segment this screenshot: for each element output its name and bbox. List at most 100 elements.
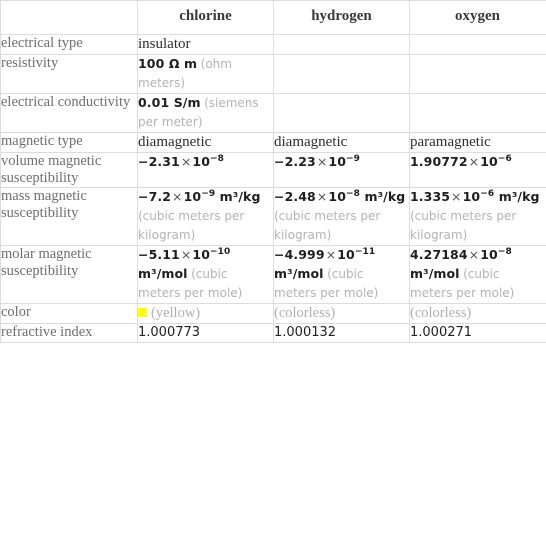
column-header-hydrogen: hydrogen: [273, 0, 410, 35]
quantity-cell: 100 Ω m (ohm meters): [137, 54, 274, 94]
quantity-cell: 4.27184×10−8 m³/mol (cubic meters per mo…: [409, 245, 546, 304]
row-label: refractive index: [0, 323, 138, 343]
color-cell: (yellow): [137, 303, 274, 324]
cell-value: (colorless): [410, 305, 472, 321]
row-label: resistivity: [0, 54, 138, 94]
value-cell: 1.000132: [273, 323, 410, 343]
value-cell: paramagnetic: [409, 132, 546, 153]
mantissa: −4.999: [274, 247, 325, 262]
cell-value: −2.48×10−8 m³/kg: [274, 189, 405, 204]
cell-value: 100 Ω m: [138, 56, 198, 71]
base-ten: 10: [328, 189, 347, 204]
color-name: (yellow): [151, 305, 201, 321]
exponent: −8: [210, 153, 225, 164]
cell-value: (colorless): [274, 305, 336, 321]
table-header-row: chlorine hydrogen oxygen: [0, 0, 546, 35]
exponent: −6: [480, 188, 495, 199]
unit-symbol: m³/mol: [410, 266, 460, 281]
unit-symbol: m³/mol: [138, 266, 188, 281]
base-ten: 10: [337, 247, 355, 262]
base-ten: 10: [480, 154, 498, 169]
multiplication-sign: ×: [172, 189, 183, 204]
exponent: −8: [497, 246, 512, 257]
cell-value: 1.000132: [274, 325, 337, 340]
cell-value: diamagnetic: [138, 134, 212, 150]
table-row: electrical conductivity 0.01 S/m (siemens…: [0, 93, 546, 133]
value-cell: (colorless): [409, 303, 546, 324]
empty-cell: [273, 93, 410, 133]
cell-value: 0.01 S/m: [138, 95, 201, 110]
multiplication-sign: ×: [451, 189, 462, 204]
mantissa: −2.23: [274, 154, 316, 169]
cell-value: 1.90772×10−6: [410, 154, 512, 169]
column-header-chlorine: chlorine: [137, 0, 274, 35]
quantity-cell: 1.90772×10−6: [409, 152, 546, 188]
cell-value: 1.000271: [410, 325, 473, 340]
quantity-cell: 0.01 S/m (siemens per meter): [137, 93, 274, 133]
cell-value: 1.335×10−6 m³/kg: [410, 189, 540, 204]
cell-value: 1.000773: [138, 325, 201, 340]
table-row: volume magnetic susceptibility −2.31×10−8…: [0, 152, 546, 188]
cell-value: diamagnetic: [274, 134, 348, 150]
table-row: color (yellow) (colorless) (colorless): [0, 303, 546, 324]
quantity-cell: −7.2×10−9 m³/kg (cubic meters per kilogr…: [137, 187, 274, 246]
base-ten: 10: [192, 154, 211, 169]
table-header: chlorine hydrogen oxygen: [0, 0, 546, 35]
table-row: electrical type insulator: [0, 34, 546, 55]
exponent: −9: [346, 153, 361, 164]
row-label: color: [0, 303, 138, 324]
row-label: mass magnetic susceptibility: [0, 187, 138, 246]
base-ten: 10: [192, 247, 211, 262]
column-header-oxygen: oxygen: [409, 0, 546, 35]
exponent: −6: [497, 153, 512, 164]
base-ten: 10: [183, 189, 202, 204]
quantity-cell: −5.11×10−10 m³/mol (cubic meters per mol…: [137, 245, 274, 304]
value-cell: diamagnetic: [273, 132, 410, 153]
table-body: electrical type insulator resistivity 100 Ω…: [0, 34, 546, 343]
row-label: electrical conductivity: [0, 93, 138, 133]
value-cell: 1.000271: [409, 323, 546, 343]
color-swatch-icon: [138, 308, 147, 318]
table-row: refractive index 1.000773 1.000132 1.000271: [0, 323, 546, 343]
base-ten: 10: [462, 189, 481, 204]
unit-symbol: m³/kg: [215, 189, 261, 204]
table-row: molar magnetic susceptibility −5.11×10−10…: [0, 245, 546, 304]
unit-note: (cubic meters per kilogram): [410, 209, 517, 242]
mantissa: −7.2: [138, 189, 172, 204]
quantity-cell: −2.23×10−9: [273, 152, 410, 188]
multiplication-sign: ×: [180, 154, 192, 169]
multiplication-sign: ×: [468, 154, 480, 169]
value-cell: (colorless): [273, 303, 410, 324]
base-ten: 10: [328, 154, 347, 169]
value-cell: insulator: [137, 34, 274, 55]
table-row: resistivity 100 Ω m (ohm meters): [0, 54, 546, 94]
empty-cell: [409, 93, 546, 133]
base-ten: 10: [480, 247, 498, 262]
multiplication-sign: ×: [316, 154, 328, 169]
unit-symbol: m³/kg: [360, 189, 406, 204]
empty-cell: [409, 34, 546, 55]
cell-value: −7.2×10−9 m³/kg: [138, 189, 261, 204]
empty-cell: [273, 34, 410, 55]
cell-value: paramagnetic: [410, 134, 491, 150]
corner-cell: [0, 0, 138, 35]
unit-note: (cubic meters per kilogram): [138, 209, 245, 242]
cell-value: insulator: [138, 36, 191, 52]
row-label: molar magnetic susceptibility: [0, 245, 138, 304]
multiplication-sign: ×: [325, 247, 337, 262]
mantissa: −2.31: [138, 154, 180, 169]
quantity-cell: −4.999×10−11 m³/mol (cubic meters per mo…: [273, 245, 410, 304]
multiplication-sign: ×: [316, 189, 328, 204]
mantissa: −5.11: [138, 247, 180, 262]
row-label: volume magnetic susceptibility: [0, 152, 138, 188]
empty-cell: [409, 54, 546, 94]
exponent: −9: [201, 188, 216, 199]
multiplication-sign: ×: [180, 247, 192, 262]
row-label: magnetic type: [0, 132, 138, 153]
mantissa: −2.48: [274, 189, 316, 204]
cell-value: −2.31×10−8: [138, 154, 224, 169]
exponent: −11: [354, 246, 376, 257]
value-cell: diamagnetic: [137, 132, 274, 153]
exponent: −8: [346, 188, 361, 199]
empty-cell: [273, 54, 410, 94]
